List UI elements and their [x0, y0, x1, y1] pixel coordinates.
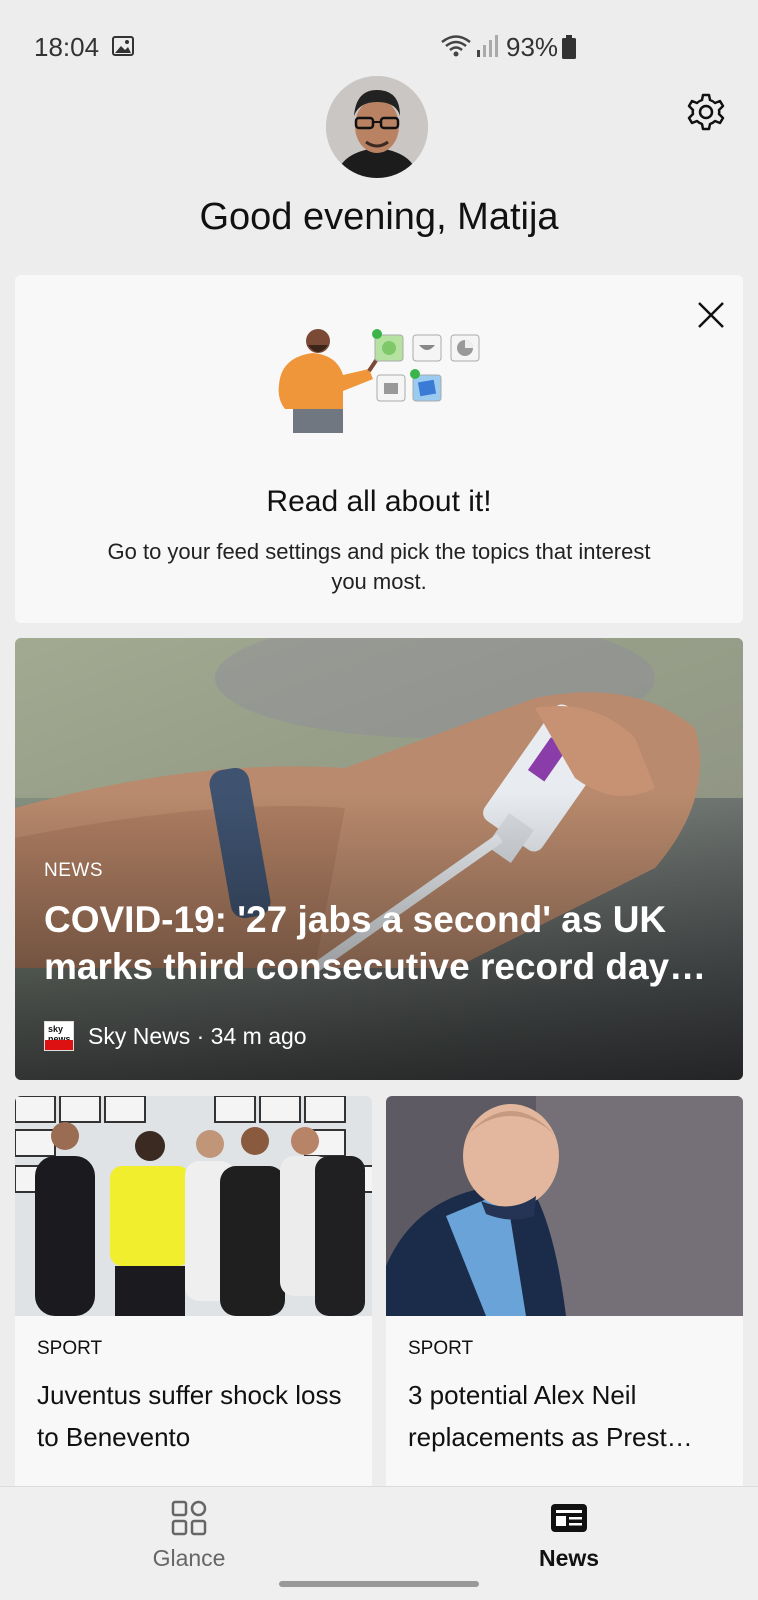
battery-percent: 93% [506, 32, 559, 62]
hero-headline[interactable]: COVID-19: '27 jabs a second' as UK marks… [44, 896, 724, 990]
feed-settings-promo-card[interactable]: Read all about it! Go to your feed setti… [15, 275, 743, 623]
settings-gear-icon[interactable] [686, 92, 726, 132]
status-time: 18:04 [34, 32, 100, 62]
battery-icon [562, 35, 576, 59]
article-image-football-manager [386, 1096, 743, 1316]
nav-tab-glance[interactable]: Glance [89, 1499, 289, 1572]
promo-description: Go to your feed settings and pick the to… [107, 539, 651, 594]
topics-illustration-icon [278, 329, 480, 433]
newspaper-icon [551, 1504, 587, 1532]
article-image-football-team [15, 1096, 372, 1316]
hero-source: sky news Sky News · 34 m ago [44, 1021, 307, 1051]
greeting-title: Good evening, Matija [199, 196, 559, 238]
card-category: SPORT [408, 1338, 474, 1359]
avatar-photo [326, 76, 428, 178]
hero-category: NEWS [44, 860, 103, 881]
card-category: SPORT [37, 1338, 103, 1359]
glance-grid-icon [171, 1500, 207, 1536]
nav-tab-news[interactable]: News [469, 1499, 669, 1572]
card-headline[interactable]: 3 potential Alex Neil replacements as Pr… [408, 1374, 728, 1458]
hero-source-text: Sky News · 34 m ago [88, 1022, 307, 1049]
article-card-juventus[interactable]: SPORT Juventus suffer shock loss to Bene… [15, 1096, 372, 1496]
home-indicator-bar[interactable] [279, 1581, 479, 1587]
hero-article-card[interactable]: NEWS COVID-19: '27 jabs a second' as UK … [15, 638, 743, 1080]
close-icon[interactable] [691, 295, 731, 335]
sky-news-logo-icon: sky news [44, 1021, 74, 1051]
avatar[interactable] [326, 76, 428, 178]
promo-title: Read all about it! [266, 485, 492, 518]
article-card-alex-neil[interactable]: SPORT 3 potential Alex Neil replacements… [386, 1096, 743, 1496]
signal-icon [477, 35, 498, 57]
nav-label-news: News [538, 1545, 600, 1571]
nav-label-glance: Glance [152, 1545, 226, 1571]
hero-gradient-overlay [15, 638, 743, 1080]
card-headline[interactable]: Juventus suffer shock loss to Benevento [37, 1374, 357, 1458]
image-notification-icon [112, 36, 134, 56]
wifi-icon [441, 35, 471, 57]
